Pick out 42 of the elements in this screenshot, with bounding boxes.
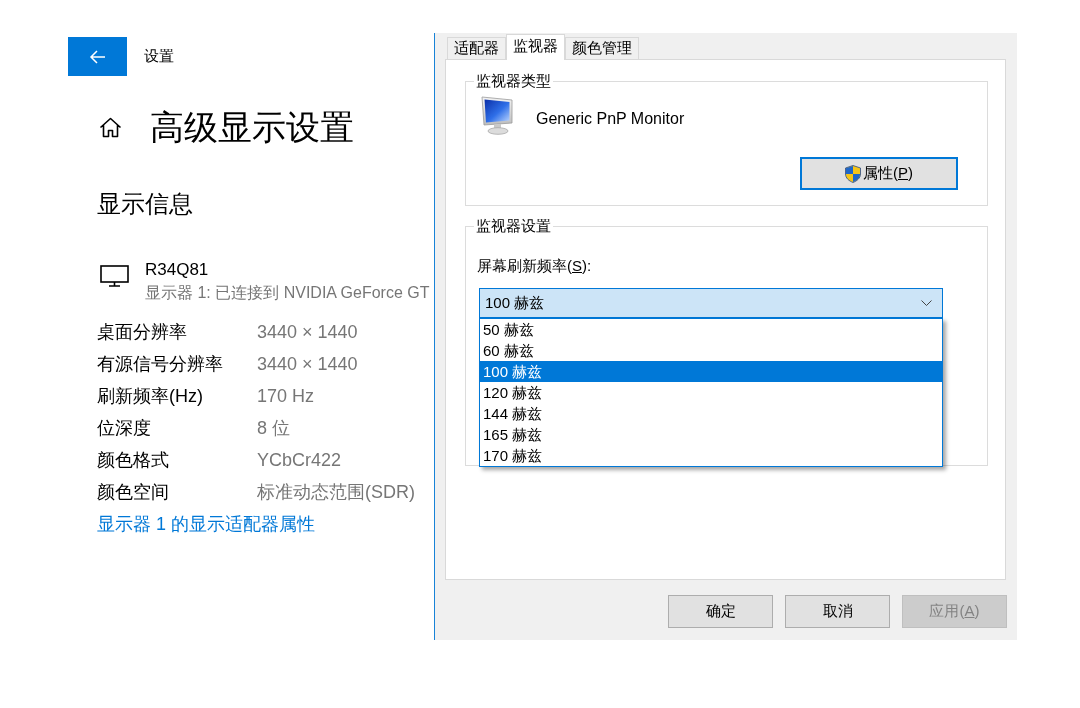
display-name: R34Q81 xyxy=(145,260,209,280)
info-value: YCbCr422 xyxy=(257,449,342,472)
info-label: 颜色空间 xyxy=(97,482,169,502)
properties-button[interactable]: 属性(P) xyxy=(800,157,958,190)
dropdown-option[interactable]: 144 赫兹 xyxy=(480,403,942,424)
home-icon[interactable] xyxy=(99,116,122,138)
display-connection-text: 显示器 1: 已连接到 NVIDIA GeForce GT xyxy=(145,283,430,303)
adapter-properties-link[interactable]: 显示器 1 的显示适配器属性 xyxy=(97,508,315,540)
info-label: 桌面分辨率 xyxy=(97,322,187,342)
page-title: 高级显示设置 xyxy=(150,107,354,148)
refresh-rate-dropdown[interactable]: 100 赫兹 xyxy=(479,288,943,318)
dropdown-option[interactable]: 170 赫兹 xyxy=(480,445,942,466)
dropdown-option[interactable]: 50 赫兹 xyxy=(480,319,942,340)
monitor-icon xyxy=(479,96,515,135)
section-heading: 显示信息 xyxy=(97,189,193,219)
app-title: 设置 xyxy=(144,47,174,66)
monitor-name: Generic PnP Monitor xyxy=(536,109,685,128)
info-label: 有源信号分辨率 xyxy=(97,354,223,374)
info-label: 颜色格式 xyxy=(97,450,169,470)
tab[interactable]: 监视器 xyxy=(506,34,565,60)
chevron-down-icon xyxy=(921,300,932,306)
dropdown-option[interactable]: 165 赫兹 xyxy=(480,424,942,445)
dialog-button[interactable]: 取消 xyxy=(785,595,890,628)
tab[interactable]: 颜色管理 xyxy=(565,37,639,59)
refresh-rate-label: 屏幕刷新频率(S): xyxy=(477,256,592,276)
info-value: 3440 × 1440 xyxy=(257,353,358,376)
dialog-button[interactable]: 确定 xyxy=(668,595,773,628)
monitor-icon xyxy=(100,265,129,287)
group-title: 监视器类型 xyxy=(475,73,552,89)
tab[interactable]: 适配器 xyxy=(447,37,506,59)
info-label: 位深度 xyxy=(97,418,151,438)
back-arrow-icon xyxy=(89,49,106,64)
group-title: 监视器设置 xyxy=(475,218,552,234)
info-value: 3440 × 1440 xyxy=(257,321,358,344)
info-value: 8 位 xyxy=(257,417,290,440)
dropdown-option[interactable]: 60 赫兹 xyxy=(480,340,942,361)
shield-icon xyxy=(845,164,861,183)
info-value: 170 Hz xyxy=(257,385,315,408)
dropdown-option[interactable]: 120 赫兹 xyxy=(480,382,942,403)
info-value: 标准动态范围(SDR) xyxy=(257,481,415,504)
info-label: 刷新频率(Hz) xyxy=(97,386,203,406)
dropdown-option[interactable]: 100 赫兹 xyxy=(480,361,942,382)
